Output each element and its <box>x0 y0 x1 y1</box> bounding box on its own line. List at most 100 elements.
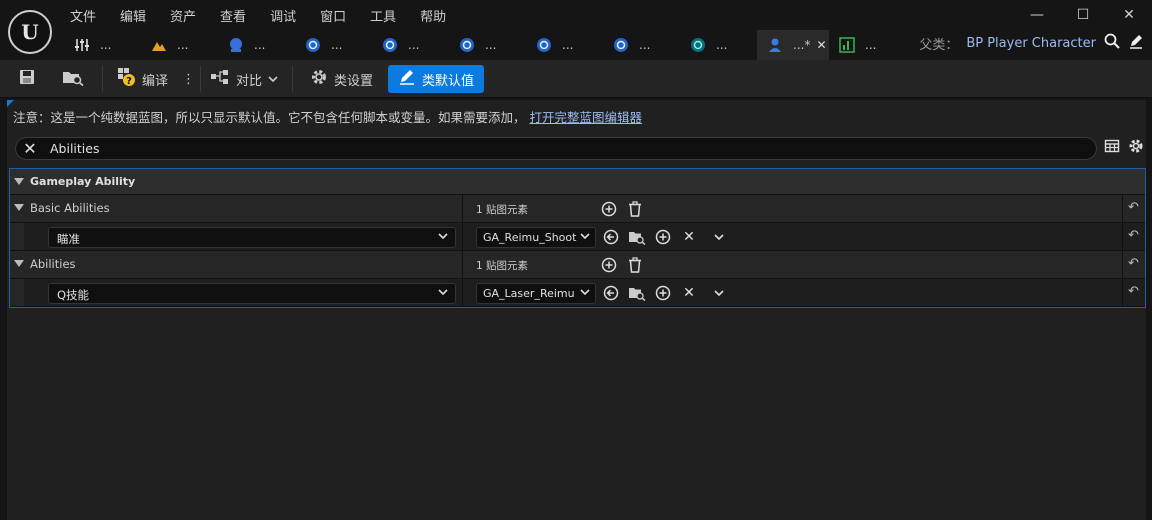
clear-value-icon[interactable]: ✕ <box>680 228 698 246</box>
title-bar: U 文件 编辑 资产 查看 调试 窗口 工具 帮助 — ☐ ✕ ... ... <box>0 0 1152 60</box>
minimize-icon[interactable]: — <box>1014 0 1060 30</box>
details-search-input[interactable] <box>50 141 950 156</box>
reset-to-default-icon[interactable]: ↶ <box>1128 256 1139 271</box>
edit-defaults-icon <box>398 68 416 90</box>
tab-label: ... <box>865 38 877 52</box>
chevron-down-icon <box>579 285 591 302</box>
tab-label: ... <box>639 38 651 52</box>
close-window-icon[interactable]: ✕ <box>1106 0 1152 30</box>
tab-9[interactable]: ... <box>680 30 757 60</box>
menu-file[interactable]: 文件 <box>58 4 108 26</box>
main-menu: 文件 编辑 资产 查看 调试 窗口 工具 帮助 <box>58 4 458 26</box>
chevron-down-icon <box>437 285 449 302</box>
column-divider[interactable] <box>462 251 463 278</box>
edit-pencil-icon[interactable] <box>1128 33 1144 53</box>
map-key-value: Q技能 <box>57 288 90 302</box>
expand-arrow-icon[interactable] <box>14 178 24 185</box>
menu-asset[interactable]: 资产 <box>158 4 208 26</box>
tab-7[interactable]: ... <box>526 30 603 60</box>
use-selected-arrow-icon[interactable] <box>602 284 620 302</box>
blueprint-circle-icon <box>382 37 398 53</box>
open-full-editor-link[interactable]: 打开完整蓝图编辑器 <box>530 110 643 125</box>
details-search-box: ✕ <box>15 137 1097 160</box>
unreal-logo-icon[interactable]: U <box>8 10 52 54</box>
map-value-asset-picker[interactable]: GA_Reimu_Shoot <box>476 227 596 248</box>
expand-arrow-icon[interactable] <box>14 204 24 211</box>
close-tab-icon[interactable]: ✕ <box>816 38 826 52</box>
menu-window[interactable]: 窗口 <box>308 4 358 26</box>
insert-element-icon[interactable] <box>654 284 672 302</box>
parent-class-link[interactable]: BP Player Character <box>966 36 1096 51</box>
column-divider[interactable] <box>462 195 463 222</box>
property-abilities: Abilities 1 贴图元素 ↶ <box>10 251 1145 279</box>
tab-11[interactable]: ... <box>829 30 906 60</box>
class-defaults-label: 类默认值 <box>422 73 475 89</box>
add-element-icon[interactable] <box>600 200 618 218</box>
menu-tools[interactable]: 工具 <box>358 4 408 26</box>
tab-2[interactable]: ... <box>141 30 218 60</box>
tab-10-active[interactable]: ...* ✕ <box>757 30 829 60</box>
delete-all-icon[interactable] <box>626 200 644 218</box>
category-gameplay-ability[interactable]: Gameplay Ability <box>10 169 1145 195</box>
menu-debug[interactable]: 调试 <box>258 4 308 26</box>
compile-options-icon[interactable]: ⋮ <box>182 72 195 87</box>
reset-to-default-icon[interactable]: ↶ <box>1128 284 1139 299</box>
expand-arrow-icon[interactable] <box>14 260 24 267</box>
element-options-chevron-icon[interactable] <box>710 284 728 302</box>
details-panel: 注意：这是一个纯数据蓝图，所以只显示默认值。它不包含任何脚本或变量。如果需要添加… <box>6 100 1146 520</box>
tab-5[interactable]: ... <box>372 30 449 60</box>
table-view-icon[interactable] <box>1104 138 1120 158</box>
menu-view[interactable]: 查看 <box>208 4 258 26</box>
maximize-icon[interactable]: ☐ <box>1060 0 1106 30</box>
column-divider[interactable] <box>462 223 463 250</box>
delete-all-icon[interactable] <box>626 256 644 274</box>
map-value-text: GA_Laser_Reimu <box>483 287 575 300</box>
blueprint-circle-icon <box>536 37 552 53</box>
tab-label: ... <box>716 38 728 52</box>
property-basic-abilities: Basic Abilities 1 贴图元素 ↶ <box>10 195 1145 223</box>
tab-label: ... <box>177 38 189 52</box>
map-key-combo[interactable]: Q技能 <box>48 283 456 304</box>
tab-4[interactable]: ... <box>295 30 372 60</box>
compile-label: 编译 <box>142 73 169 89</box>
compile-warning-icon: ? <box>116 67 136 91</box>
tab-8[interactable]: ... <box>603 30 680 60</box>
class-settings-label: 类设置 <box>334 73 374 89</box>
use-selected-arrow-icon[interactable] <box>602 228 620 246</box>
column-divider[interactable] <box>462 279 463 306</box>
tab-1[interactable]: ... <box>64 30 141 60</box>
tab-label: ... <box>408 38 420 52</box>
compile-button[interactable]: ? 编译 ⋮ <box>110 65 201 93</box>
browse-to-asset-icon[interactable] <box>628 228 646 246</box>
tab-6[interactable]: ... <box>449 30 526 60</box>
map-key-value: 瞄准 <box>57 232 80 246</box>
gear-icon <box>310 68 328 90</box>
indent-gutter <box>10 223 24 250</box>
reset-to-default-icon[interactable]: ↶ <box>1128 228 1139 243</box>
browse-button[interactable] <box>56 65 90 93</box>
class-settings-button[interactable]: 类设置 <box>304 65 379 93</box>
menu-edit[interactable]: 编辑 <box>108 4 158 26</box>
data-only-notice: 注意：这是一个纯数据蓝图，所以只显示默认值。它不包含任何脚本或变量。如果需要添加… <box>13 107 642 126</box>
chevron-down-icon <box>437 229 449 246</box>
add-element-icon[interactable] <box>600 256 618 274</box>
save-button[interactable] <box>12 65 42 93</box>
insert-element-icon[interactable] <box>654 228 672 246</box>
clear-search-icon[interactable]: ✕ <box>16 139 44 158</box>
browse-to-asset-icon[interactable] <box>628 284 646 302</box>
reset-to-default-icon[interactable]: ↶ <box>1128 200 1139 215</box>
clear-value-icon[interactable]: ✕ <box>680 284 698 302</box>
diff-label: 对比 <box>236 73 263 89</box>
map-value-asset-picker[interactable]: GA_Laser_Reimu <box>476 283 596 304</box>
element-count: 1 贴图元素 <box>476 204 529 216</box>
class-defaults-button[interactable]: 类默认值 <box>388 65 485 93</box>
menu-help[interactable]: 帮助 <box>408 4 458 26</box>
tab-3[interactable]: ... <box>218 30 295 60</box>
element-options-chevron-icon[interactable] <box>710 228 728 246</box>
category-label: Gameplay Ability <box>30 175 136 188</box>
map-entry-row: 瞄准 GA_Reimu_Shoot ✕ ↶ <box>10 223 1145 251</box>
map-key-combo[interactable]: 瞄准 <box>48 227 456 248</box>
settings-gear-icon[interactable] <box>1128 138 1144 158</box>
diff-button[interactable]: 对比 <box>204 65 284 93</box>
search-icon[interactable] <box>1104 33 1120 53</box>
